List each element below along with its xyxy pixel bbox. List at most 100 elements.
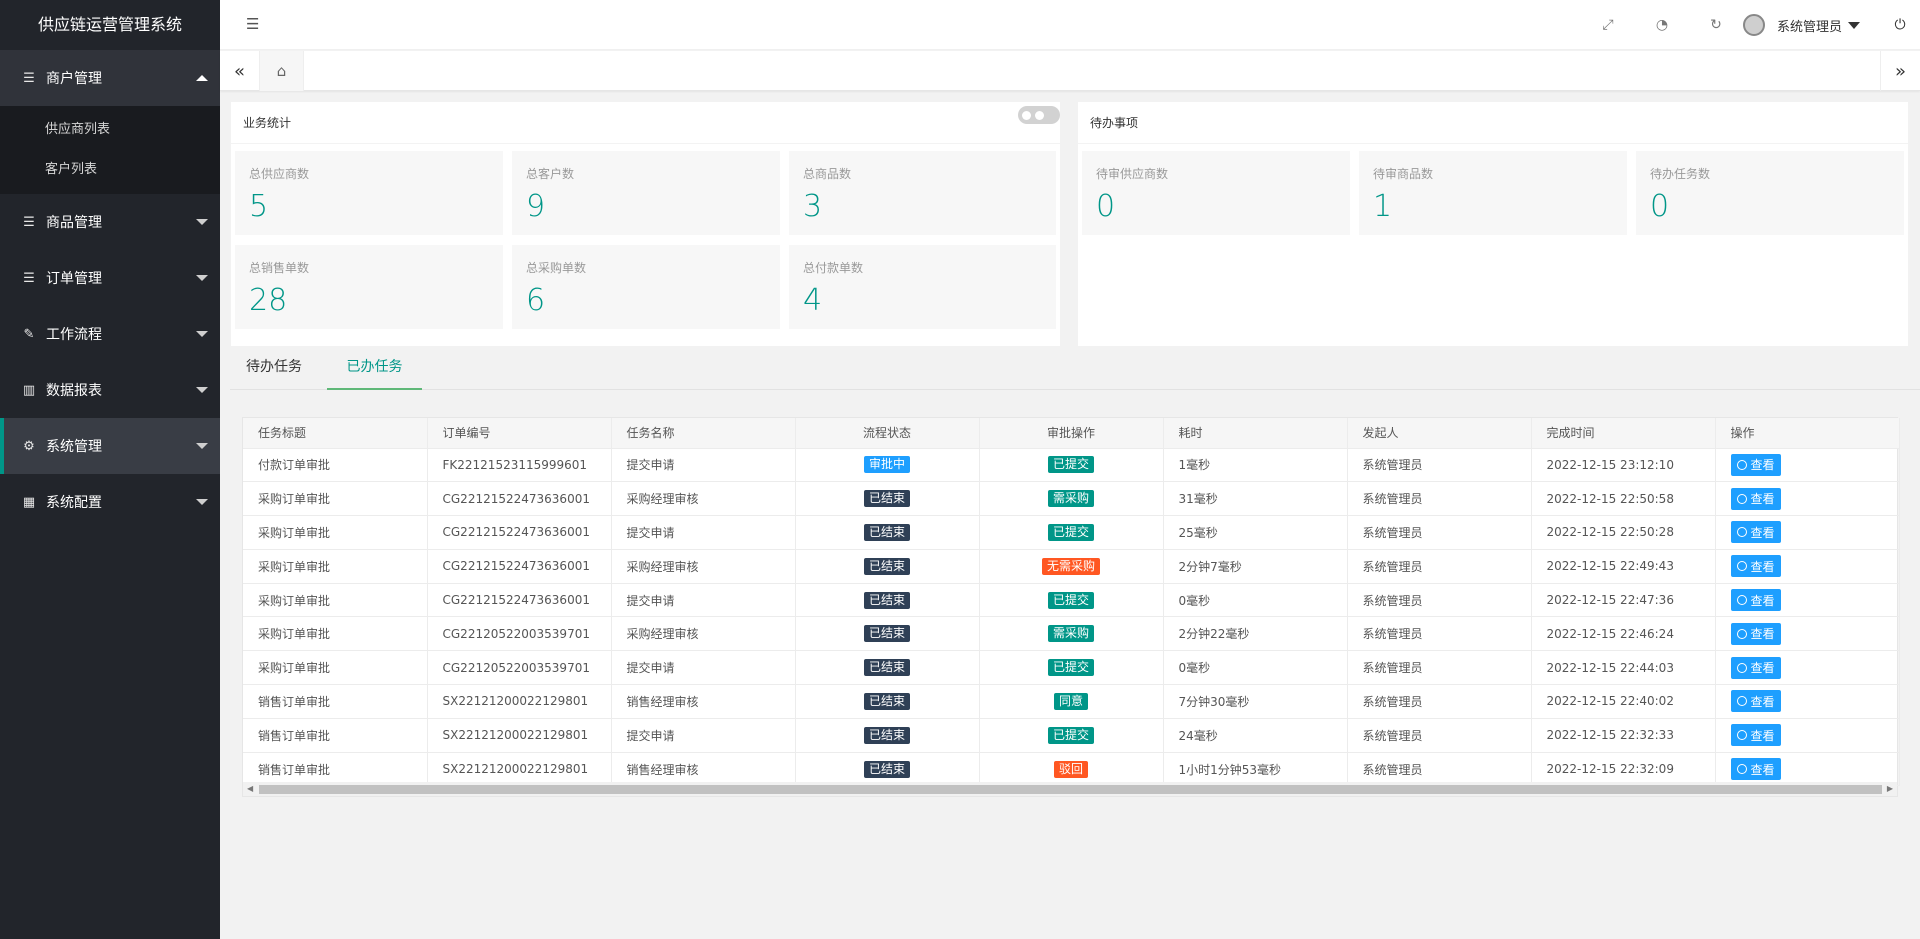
column-header[interactable]: 发起人 bbox=[1347, 418, 1532, 449]
column-header[interactable]: 完成时间 bbox=[1531, 418, 1716, 449]
double-right-icon[interactable]: » bbox=[1880, 51, 1920, 91]
cell-order-number: CG22121522473636001 bbox=[427, 515, 612, 550]
cell-actions: 查看 bbox=[1715, 515, 1900, 550]
menu-toggle-icon[interactable]: ☰ bbox=[246, 16, 262, 32]
view-button[interactable]: 查看 bbox=[1730, 724, 1781, 747]
view-button-label: 查看 bbox=[1750, 593, 1775, 608]
sidebar-item-label: 商品管理 bbox=[46, 215, 102, 231]
column-header[interactable]: 订单编号 bbox=[427, 418, 612, 449]
cell-order-number: CG22120522003539701 bbox=[427, 650, 612, 686]
cell-duration: 31毫秒 bbox=[1163, 481, 1348, 517]
sidebar-item-config[interactable]: ▦ 系统配置 bbox=[0, 474, 220, 530]
double-left-icon[interactable]: « bbox=[220, 51, 260, 91]
stat-label: 待办任务数 bbox=[1650, 167, 1711, 181]
cell-actions: 查看 bbox=[1715, 549, 1900, 584]
chevron-down-icon[interactable] bbox=[1848, 21, 1860, 29]
sidebar-item-label: 订单管理 bbox=[46, 271, 102, 287]
header-actions: ⤢ ◔ ↻ 系统管理员 ⏻ bbox=[1581, 0, 1920, 50]
cell-approval-action: 同意 bbox=[979, 684, 1164, 719]
grid-icon: ▦ bbox=[22, 494, 36, 510]
sidebar-subitem-supplier-list[interactable]: 供应商列表 bbox=[0, 110, 220, 150]
header: ☰ ⤢ ◔ ↻ 系统管理员 ⏻ bbox=[220, 0, 1920, 50]
cell-finish-time: 2022-12-15 22:44:03 bbox=[1531, 650, 1716, 686]
task-table: 任务标题 订单编号 任务名称 流程状态 审批操作 耗时 发起人 完成时间 操作 … bbox=[242, 417, 1900, 797]
menu-group-merchant: ☰ 商户管理 供应商列表 客户列表 bbox=[0, 50, 220, 194]
scroll-right-icon[interactable]: ▶ bbox=[1887, 784, 1893, 793]
sidebar-item-goods[interactable]: ☰ 商品管理 bbox=[0, 194, 220, 250]
column-header[interactable]: 审批操作 bbox=[979, 418, 1164, 449]
view-button[interactable]: 查看 bbox=[1730, 690, 1781, 713]
cell-task-name: 提交申请 bbox=[611, 448, 796, 483]
view-button[interactable]: 查看 bbox=[1730, 487, 1781, 510]
view-button[interactable]: 查看 bbox=[1730, 656, 1781, 679]
cell-initiator: 系统管理员 bbox=[1347, 515, 1532, 550]
stat-value: 0 bbox=[1650, 189, 1670, 224]
sidebar-item-system[interactable]: ⚙ 系统管理 bbox=[0, 418, 220, 474]
power-icon[interactable]: ⏻ bbox=[1880, 0, 1920, 50]
cell-task-title: 销售订单审批 bbox=[243, 684, 428, 719]
user-name[interactable]: 系统管理员 bbox=[1777, 16, 1842, 35]
clock-icon bbox=[1736, 493, 1747, 504]
cell-actions: 查看 bbox=[1715, 583, 1900, 618]
chevron-down-icon bbox=[196, 499, 208, 505]
sidebar-item-orders[interactable]: ☰ 订单管理 bbox=[0, 250, 220, 306]
cell-initiator: 系统管理员 bbox=[1347, 684, 1532, 719]
sidebar-item-reports[interactable]: ▥ 数据报表 bbox=[0, 362, 220, 418]
theme-icon[interactable]: ◔ bbox=[1635, 0, 1689, 50]
view-button-label: 查看 bbox=[1750, 661, 1775, 676]
cell-task-name: 提交申请 bbox=[611, 515, 796, 550]
refresh-icon[interactable]: ↻ bbox=[1689, 0, 1743, 50]
approval-badge: 已提交 bbox=[1047, 591, 1094, 609]
sidebar-item-merchant[interactable]: ☰ 商户管理 bbox=[0, 50, 220, 106]
view-button[interactable]: 查看 bbox=[1730, 555, 1781, 578]
tab-done-tasks[interactable]: 已办任务 bbox=[327, 350, 422, 390]
view-button-label: 查看 bbox=[1750, 492, 1775, 507]
clock-icon bbox=[1736, 730, 1747, 741]
cell-duration: 7分钟30毫秒 bbox=[1163, 684, 1348, 719]
stat-value: 9 bbox=[526, 189, 546, 224]
column-header[interactable]: 操作 bbox=[1715, 418, 1900, 449]
toggle-switch[interactable] bbox=[1018, 106, 1060, 124]
home-icon[interactable]: ⌂ bbox=[260, 51, 304, 91]
column-header[interactable]: 任务名称 bbox=[611, 418, 796, 449]
view-button[interactable]: 查看 bbox=[1730, 589, 1781, 612]
clock-icon bbox=[1736, 628, 1747, 639]
view-button-label: 查看 bbox=[1750, 728, 1775, 743]
cell-approval-action: 已提交 bbox=[979, 718, 1164, 753]
horizontal-scrollbar[interactable]: ◀ ▶ bbox=[243, 782, 1897, 796]
cell-duration: 2分钟7毫秒 bbox=[1163, 549, 1348, 584]
column-header[interactable]: 任务标题 bbox=[243, 418, 428, 449]
fullscreen-icon[interactable]: ⤢ bbox=[1581, 0, 1635, 50]
cell-finish-time: 2022-12-15 22:50:58 bbox=[1531, 481, 1716, 517]
cell-task-name: 销售经理审核 bbox=[611, 752, 796, 787]
view-button-label: 查看 bbox=[1750, 458, 1775, 473]
view-button[interactable]: 查看 bbox=[1730, 758, 1781, 781]
status-badge: 已结束 bbox=[863, 523, 910, 541]
view-button[interactable]: 查看 bbox=[1730, 622, 1781, 645]
stat-value: 5 bbox=[249, 189, 269, 224]
cell-approval-action: 需采购 bbox=[979, 616, 1164, 652]
sidebar-item-workflow[interactable]: ✎ 工作流程 bbox=[0, 306, 220, 362]
stat-label: 总供应商数 bbox=[249, 167, 310, 181]
cell-task-name: 提交申请 bbox=[611, 718, 796, 753]
scrollbar-thumb[interactable] bbox=[259, 785, 1882, 794]
chevron-down-icon bbox=[196, 219, 208, 225]
cell-initiator: 系统管理员 bbox=[1347, 616, 1532, 652]
cell-actions: 查看 bbox=[1715, 650, 1900, 686]
cell-finish-time: 2022-12-15 22:47:36 bbox=[1531, 583, 1716, 618]
table-row: 采购订单审批 CG22121522473636001 提交申请 已结束 已提交 0毫秒 系统… bbox=[243, 583, 1900, 618]
approval-badge: 驳回 bbox=[1053, 760, 1088, 778]
column-header[interactable]: 流程状态 bbox=[795, 418, 980, 449]
avatar[interactable] bbox=[1742, 14, 1765, 36]
cell-order-number: SX22121200022129801 bbox=[427, 684, 612, 719]
table-row: 销售订单审批 SX22121200022129801 销售经理审核 已结束 同意 7分钟3… bbox=[243, 684, 1900, 719]
cell-actions: 查看 bbox=[1715, 448, 1900, 483]
column-header[interactable]: 耗时 bbox=[1163, 418, 1348, 449]
scroll-left-icon[interactable]: ◀ bbox=[247, 784, 253, 793]
stat-label: 总客户数 bbox=[526, 167, 575, 181]
sidebar-subitem-customer-list[interactable]: 客户列表 bbox=[0, 150, 220, 190]
view-button[interactable]: 查看 bbox=[1730, 521, 1781, 544]
cell-duration: 2分钟22毫秒 bbox=[1163, 616, 1348, 652]
tab-pending-tasks[interactable]: 待办任务 bbox=[230, 350, 318, 390]
view-button[interactable]: 查看 bbox=[1730, 453, 1781, 476]
